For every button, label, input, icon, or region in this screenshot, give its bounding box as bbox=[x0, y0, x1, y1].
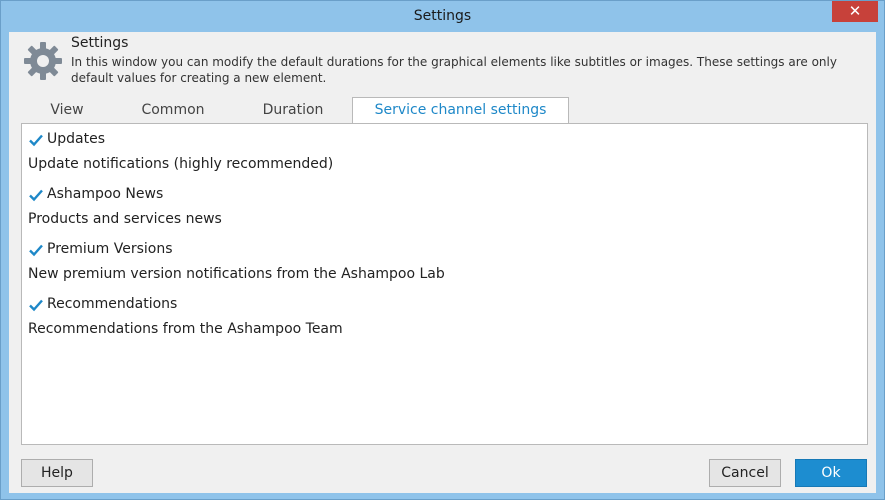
service-channel-panel: Updates Update notifications (highly rec… bbox=[21, 123, 868, 445]
tab-view[interactable]: View bbox=[27, 100, 107, 122]
option-label: Recommendations bbox=[47, 296, 178, 312]
checkbox-checked-icon[interactable] bbox=[28, 297, 44, 313]
ok-button[interactable]: Ok bbox=[795, 459, 867, 487]
tab-common[interactable]: Common bbox=[121, 100, 225, 122]
checkbox-checked-icon[interactable] bbox=[28, 242, 44, 258]
checkbox-checked-icon[interactable] bbox=[28, 187, 44, 203]
help-button[interactable]: Help bbox=[21, 459, 93, 487]
option-description: New premium version notifications from t… bbox=[28, 266, 445, 282]
option-label: Premium Versions bbox=[47, 241, 173, 257]
option-label: Updates bbox=[47, 131, 105, 147]
window-title: Settings bbox=[413, 8, 472, 24]
settings-window: Settings ✕ Settings In this window you c… bbox=[0, 0, 885, 500]
tab-service-channel-settings[interactable]: Service channel settings bbox=[352, 97, 569, 124]
close-icon: ✕ bbox=[848, 2, 862, 20]
tab-duration[interactable]: Duration bbox=[247, 100, 339, 122]
checkbox-checked-icon[interactable] bbox=[28, 132, 44, 148]
cancel-button[interactable]: Cancel bbox=[709, 459, 781, 487]
option-description: Recommendations from the Ashampoo Team bbox=[28, 321, 343, 337]
dialog-body: Settings In this window you can modify t… bbox=[9, 32, 876, 493]
option-description: Update notifications (highly recommended… bbox=[28, 156, 334, 172]
close-button[interactable]: ✕ bbox=[832, 1, 878, 22]
option-description: Products and services news bbox=[28, 211, 222, 227]
header-title: Settings bbox=[71, 35, 129, 51]
title-bar[interactable]: Settings ✕ bbox=[1, 1, 884, 32]
option-label: Ashampoo News bbox=[47, 186, 164, 202]
gear-icon bbox=[24, 42, 62, 80]
header-description: In this window you can modify the defaul… bbox=[71, 55, 837, 85]
